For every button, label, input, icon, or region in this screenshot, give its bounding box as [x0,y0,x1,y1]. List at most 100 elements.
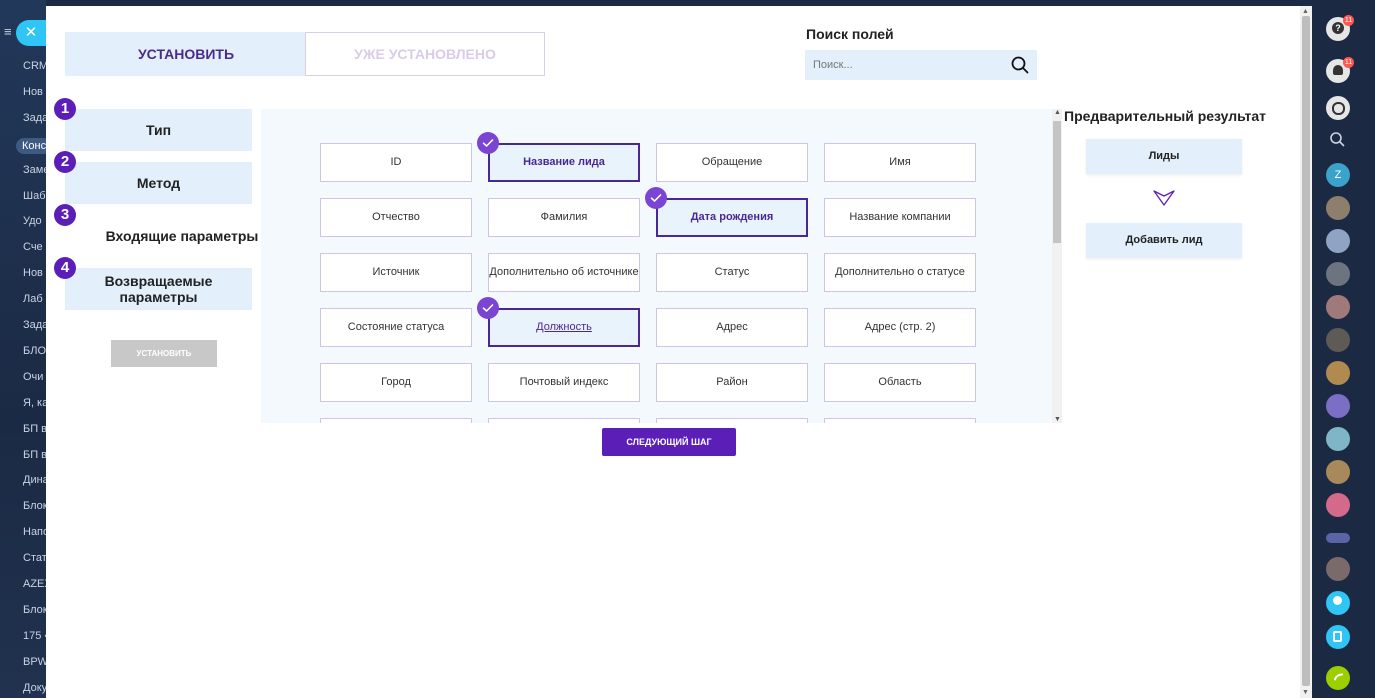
scroll-up-arrow[interactable]: ▲ [1054,109,1061,116]
scroll-down-arrow[interactable]: ▼ [1054,416,1061,423]
field-label: Город [381,376,411,388]
field-option[interactable] [824,418,976,423]
step-method[interactable]: Метод [65,162,252,204]
left-nav-item[interactable]: Я, ка [23,397,46,409]
mode-tabs: УСТАНОВИТЬ УЖЕ УСТАНОВЛЕНО [65,32,545,76]
avatar[interactable]: Z [1326,163,1350,187]
page-scrollbar[interactable]: ▲ ▼ [1300,6,1312,698]
field-option[interactable]: Адрес (стр. 2) [824,308,976,347]
field-option[interactable]: Название лида [488,143,640,182]
avatar[interactable] [1326,394,1350,418]
field-option[interactable]: Название компании [824,198,976,237]
search-icon[interactable] [1326,128,1350,152]
left-nav-item[interactable]: Зада [23,319,46,331]
install-button[interactable]: УСТАНОВИТЬ [111,340,217,367]
left-nav-item[interactable]: Удо [23,215,42,227]
left-nav-item[interactable]: Очи [23,371,43,383]
avatar[interactable] [1326,196,1350,220]
fields-grid: ID Название лида Обращение Имя Отчество Фамил… [261,109,1052,423]
avatar[interactable] [1326,262,1350,286]
field-option[interactable]: Обращение [656,143,808,182]
avatar[interactable] [1326,557,1350,581]
field-option[interactable] [656,418,808,423]
next-step-button[interactable]: СЛЕДУЮЩИЙ ШАГ [602,428,736,456]
field-option[interactable]: Источник [320,253,472,292]
field-option[interactable]: Район [656,363,808,402]
field-label: Область [878,376,922,388]
menu-icon[interactable]: ≡ [4,24,12,39]
scroll-thumb[interactable] [1053,121,1061,243]
step-input-params[interactable]: Входящие параметры [82,215,282,257]
search-box [805,50,1037,80]
left-nav-item[interactable]: БП в [23,449,46,461]
scroll-thumb[interactable] [1302,16,1310,686]
field-option[interactable]: Дополнительно об источнике [488,253,640,292]
field-option[interactable]: Статус [656,253,808,292]
avatar[interactable] [1326,328,1350,352]
preview-title: Предварительный результат [1064,108,1267,124]
left-nav-item[interactable]: 175 « [23,630,46,642]
field-option[interactable]: Адрес [656,308,808,347]
field-option[interactable] [320,418,472,423]
search-icon[interactable] [1011,56,1029,74]
left-nav-item[interactable]: Шаб [23,190,46,202]
left-nav-item[interactable]: Доку [23,682,46,694]
left-nav-item[interactable]: Нов [23,267,43,279]
tab-installed[interactable]: УЖЕ УСТАНОВЛЕНО [305,32,545,76]
field-label: Адрес [716,321,748,333]
left-nav-item[interactable]: Дина [23,474,46,486]
check-icon [477,132,499,154]
field-option[interactable]: Область [824,363,976,402]
avatar[interactable] [1326,229,1350,253]
field-option[interactable] [488,418,640,423]
scroll-down-arrow[interactable]: ▼ [1302,689,1309,696]
field-option[interactable]: Отчество [320,198,472,237]
field-option[interactable]: Город [320,363,472,402]
field-option[interactable]: Состояние статуса [320,308,472,347]
left-nav-item[interactable]: Лаб [23,293,43,305]
left-nav-item[interactable]: Нов [23,86,43,98]
fields-scrollbar[interactable]: ▲ ▼ [1052,109,1062,423]
tab-install[interactable]: УСТАНОВИТЬ [65,32,307,76]
field-option[interactable]: Почтовый индекс [488,363,640,402]
step-type[interactable]: Тип [65,109,252,151]
left-nav-item[interactable]: Сче [23,241,43,253]
left-nav-item[interactable]: БЛО [23,345,46,357]
left-nav-item[interactable]: БП в [23,423,46,435]
avatar[interactable] [1326,460,1350,484]
left-nav-item[interactable]: Напо [23,526,46,538]
avatar[interactable] [1326,493,1350,517]
left-nav-item[interactable]: Конс [16,137,46,154]
field-option[interactable]: Должность [488,308,640,347]
arrow-down-icon [1153,190,1175,206]
left-nav-item[interactable]: Блок [23,604,46,616]
phone-icon[interactable] [1326,666,1350,690]
exit-icon[interactable] [1326,625,1350,649]
search-input[interactable] [805,50,1011,80]
field-option[interactable]: Фамилия [488,198,640,237]
preview-entity-card: Лиды [1086,139,1242,174]
avatar[interactable] [1326,427,1350,451]
scroll-up-arrow[interactable]: ▲ [1302,8,1309,15]
field-option[interactable]: ID [320,143,472,182]
check-icon [477,297,499,319]
step-return-params[interactable]: Возвращаемые параметры [65,268,252,310]
close-slider-button[interactable]: ✕ [16,20,46,46]
chat-icon[interactable] [1326,96,1350,120]
field-option[interactable]: Дата рождения [656,198,808,237]
left-nav-item[interactable]: Заме [23,164,46,176]
left-nav-item[interactable]: AZEX [23,578,46,590]
field-option[interactable]: Имя [824,143,976,182]
preview-action-card: Добавить лид [1086,223,1242,258]
avatar[interactable] [1326,361,1350,385]
left-nav-item[interactable]: Стат [23,552,46,564]
left-nav-item[interactable]: BPW [23,656,46,668]
field-option[interactable]: Дополнительно о статусе [824,253,976,292]
left-nav-item[interactable]: Зада [23,112,46,124]
user-time-icon[interactable] [1326,591,1350,615]
field-label: Район [716,376,748,388]
left-nav-item[interactable]: Блок [23,500,46,512]
left-nav-item[interactable]: CRM [23,60,46,72]
avatar[interactable] [1326,533,1350,543]
avatar[interactable] [1326,295,1350,319]
